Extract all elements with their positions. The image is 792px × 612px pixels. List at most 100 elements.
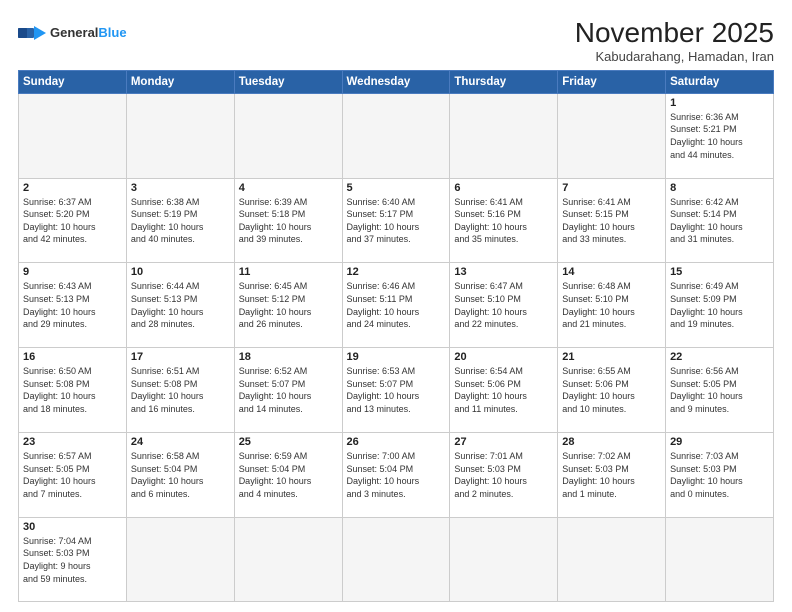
day-cell: 16Sunrise: 6:50 AM Sunset: 5:08 PM Dayli…	[19, 348, 127, 433]
day-number: 17	[131, 351, 230, 363]
day-cell: 30Sunrise: 7:04 AM Sunset: 5:03 PM Dayli…	[19, 517, 127, 601]
day-info: Sunrise: 6:39 AM Sunset: 5:18 PM Dayligh…	[239, 196, 338, 246]
weekday-header-sunday: Sunday	[19, 70, 127, 93]
day-cell: 11Sunrise: 6:45 AM Sunset: 5:12 PM Dayli…	[234, 263, 342, 348]
day-cell	[342, 93, 450, 178]
day-number: 16	[23, 351, 122, 363]
day-info: Sunrise: 6:55 AM Sunset: 5:06 PM Dayligh…	[562, 365, 661, 415]
day-info: Sunrise: 6:46 AM Sunset: 5:11 PM Dayligh…	[347, 280, 446, 330]
day-cell	[450, 93, 558, 178]
generalblue-icon	[18, 22, 46, 44]
day-number: 8	[670, 182, 769, 194]
day-info: Sunrise: 6:43 AM Sunset: 5:13 PM Dayligh…	[23, 280, 122, 330]
day-info: Sunrise: 6:48 AM Sunset: 5:10 PM Dayligh…	[562, 280, 661, 330]
day-cell	[450, 517, 558, 601]
week-row-1: 1 Sunrise: 6:36 AM Sunset: 5:21 PM Daylig…	[19, 93, 774, 178]
day-info: Sunrise: 6:41 AM Sunset: 5:15 PM Dayligh…	[562, 196, 661, 246]
day-number: 3	[131, 182, 230, 194]
day-info: Sunrise: 7:00 AM Sunset: 5:04 PM Dayligh…	[347, 450, 446, 500]
weekday-header-row: SundayMondayTuesdayWednesdayThursdayFrid…	[19, 70, 774, 93]
day-info: Sunrise: 6:59 AM Sunset: 5:04 PM Dayligh…	[239, 450, 338, 500]
day-info: Sunrise: 6:42 AM Sunset: 5:14 PM Dayligh…	[670, 196, 769, 246]
day-cell: 26 Sunrise: 7:00 AM Sunset: 5:04 PM Dayli…	[342, 433, 450, 518]
week-row-2: 2Sunrise: 6:37 AM Sunset: 5:20 PM Daylig…	[19, 178, 774, 263]
day-cell: 5 Sunrise: 6:40 AM Sunset: 5:17 PM Daylig…	[342, 178, 450, 263]
day-cell	[19, 93, 127, 178]
day-cell: 15 Sunrise: 6:49 AM Sunset: 5:09 PM Dayli…	[666, 263, 774, 348]
day-number: 15	[670, 266, 769, 278]
day-cell	[666, 517, 774, 601]
day-info: Sunrise: 6:57 AM Sunset: 5:05 PM Dayligh…	[23, 450, 122, 500]
week-row-3: 9 Sunrise: 6:43 AM Sunset: 5:13 PM Daylig…	[19, 263, 774, 348]
day-cell: 1 Sunrise: 6:36 AM Sunset: 5:21 PM Daylig…	[666, 93, 774, 178]
day-cell: 22 Sunrise: 6:56 AM Sunset: 5:05 PM Dayli…	[666, 348, 774, 433]
day-info: Sunrise: 6:41 AM Sunset: 5:16 PM Dayligh…	[454, 196, 553, 246]
day-cell: 28Sunrise: 7:02 AM Sunset: 5:03 PM Dayli…	[558, 433, 666, 518]
day-cell: 23 Sunrise: 6:57 AM Sunset: 5:05 PM Dayli…	[19, 433, 127, 518]
day-cell: 24Sunrise: 6:58 AM Sunset: 5:04 PM Dayli…	[126, 433, 234, 518]
day-number: 27	[454, 436, 553, 448]
day-info: Sunrise: 6:52 AM Sunset: 5:07 PM Dayligh…	[239, 365, 338, 415]
day-number: 19	[347, 351, 446, 363]
day-info: Sunrise: 6:53 AM Sunset: 5:07 PM Dayligh…	[347, 365, 446, 415]
day-cell: 18 Sunrise: 6:52 AM Sunset: 5:07 PM Dayli…	[234, 348, 342, 433]
day-info: Sunrise: 7:03 AM Sunset: 5:03 PM Dayligh…	[670, 450, 769, 500]
day-cell: 3 Sunrise: 6:38 AM Sunset: 5:19 PM Daylig…	[126, 178, 234, 263]
day-number: 22	[670, 351, 769, 363]
day-cell: 2Sunrise: 6:37 AM Sunset: 5:20 PM Daylig…	[19, 178, 127, 263]
day-info: Sunrise: 6:58 AM Sunset: 5:04 PM Dayligh…	[131, 450, 230, 500]
day-info: Sunrise: 6:38 AM Sunset: 5:19 PM Dayligh…	[131, 196, 230, 246]
day-number: 20	[454, 351, 553, 363]
day-number: 10	[131, 266, 230, 278]
week-row-4: 16Sunrise: 6:50 AM Sunset: 5:08 PM Dayli…	[19, 348, 774, 433]
header: GeneralBlue November 2025 Kabudarahang, …	[18, 18, 774, 64]
location-subtitle: Kabudarahang, Hamadan, Iran	[575, 49, 774, 64]
day-cell: 13Sunrise: 6:47 AM Sunset: 5:10 PM Dayli…	[450, 263, 558, 348]
day-number: 14	[562, 266, 661, 278]
day-cell: 19 Sunrise: 6:53 AM Sunset: 5:07 PM Dayli…	[342, 348, 450, 433]
day-cell: 10 Sunrise: 6:44 AM Sunset: 5:13 PM Dayli…	[126, 263, 234, 348]
day-info: Sunrise: 6:37 AM Sunset: 5:20 PM Dayligh…	[23, 196, 122, 246]
day-number: 1	[670, 97, 769, 109]
calendar-table: SundayMondayTuesdayWednesdayThursdayFrid…	[18, 70, 774, 602]
day-number: 23	[23, 436, 122, 448]
day-cell	[234, 517, 342, 601]
day-info: Sunrise: 6:36 AM Sunset: 5:21 PM Dayligh…	[670, 111, 769, 161]
logo-general: General	[50, 25, 98, 40]
day-number: 5	[347, 182, 446, 194]
day-info: Sunrise: 6:51 AM Sunset: 5:08 PM Dayligh…	[131, 365, 230, 415]
day-info: Sunrise: 6:49 AM Sunset: 5:09 PM Dayligh…	[670, 280, 769, 330]
day-cell: 21 Sunrise: 6:55 AM Sunset: 5:06 PM Dayli…	[558, 348, 666, 433]
day-cell	[342, 517, 450, 601]
weekday-header-saturday: Saturday	[666, 70, 774, 93]
day-number: 30	[23, 521, 122, 533]
day-info: Sunrise: 6:40 AM Sunset: 5:17 PM Dayligh…	[347, 196, 446, 246]
day-number: 26	[347, 436, 446, 448]
day-info: Sunrise: 6:56 AM Sunset: 5:05 PM Dayligh…	[670, 365, 769, 415]
day-cell: 20 Sunrise: 6:54 AM Sunset: 5:06 PM Dayli…	[450, 348, 558, 433]
month-title: November 2025	[575, 18, 774, 49]
day-number: 9	[23, 266, 122, 278]
day-cell	[234, 93, 342, 178]
day-number: 4	[239, 182, 338, 194]
day-number: 6	[454, 182, 553, 194]
day-number: 21	[562, 351, 661, 363]
weekday-header-monday: Monday	[126, 70, 234, 93]
day-cell	[558, 517, 666, 601]
day-cell: 9 Sunrise: 6:43 AM Sunset: 5:13 PM Daylig…	[19, 263, 127, 348]
weekday-header-thursday: Thursday	[450, 70, 558, 93]
day-number: 12	[347, 266, 446, 278]
day-number: 18	[239, 351, 338, 363]
day-cell	[126, 93, 234, 178]
logo: GeneralBlue	[18, 22, 127, 44]
day-cell: 27Sunrise: 7:01 AM Sunset: 5:03 PM Dayli…	[450, 433, 558, 518]
day-info: Sunrise: 6:44 AM Sunset: 5:13 PM Dayligh…	[131, 280, 230, 330]
day-cell	[126, 517, 234, 601]
day-number: 28	[562, 436, 661, 448]
day-info: Sunrise: 6:54 AM Sunset: 5:06 PM Dayligh…	[454, 365, 553, 415]
week-row-5: 23 Sunrise: 6:57 AM Sunset: 5:05 PM Dayli…	[19, 433, 774, 518]
day-cell: 8 Sunrise: 6:42 AM Sunset: 5:14 PM Daylig…	[666, 178, 774, 263]
day-cell: 17 Sunrise: 6:51 AM Sunset: 5:08 PM Dayli…	[126, 348, 234, 433]
day-number: 11	[239, 266, 338, 278]
day-cell: 25Sunrise: 6:59 AM Sunset: 5:04 PM Dayli…	[234, 433, 342, 518]
